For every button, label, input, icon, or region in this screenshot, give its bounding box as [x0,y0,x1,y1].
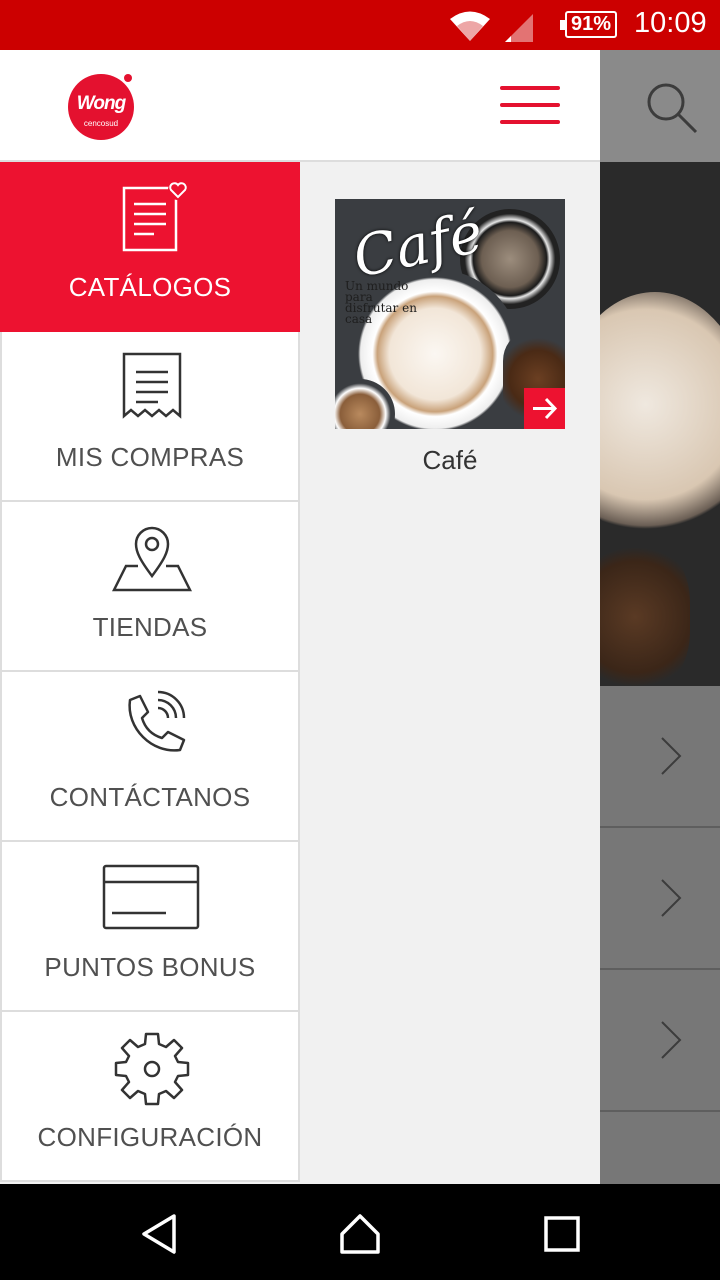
phone-icon [128,690,186,752]
menu-item-label: CONTÁCTANOS [49,782,251,812]
status-bar: 91% 10:09 [0,0,720,50]
background-row[interactable] [600,1112,720,1184]
catalog-heart-icon [122,180,188,252]
hamburger-menu-icon[interactable] [500,86,560,126]
menu-item-mis-compras[interactable]: MIS COMPRAS [0,332,300,502]
background-row[interactable] [600,828,720,970]
background-banner [600,162,720,686]
menu-item-contactanos[interactable]: CONTÁCTANOS [0,672,300,842]
search-icon[interactable] [644,80,700,136]
system-navigation-bar [0,1184,720,1280]
clock: 10:09 [634,7,707,39]
back-icon[interactable] [138,1212,182,1256]
wong-logo[interactable]: Wong cencosud [68,74,134,140]
catalog-cover-tagline: Un mundo para disfrutar en casa [345,279,417,326]
menu-item-configuracion[interactable]: CONFIGURACIÓN [0,1012,300,1182]
menu-list: CATÁLOGOS MIS COMPRAS TIENDAS CONTÁCTANO… [0,162,300,1182]
menu-item-puntos-bonus[interactable]: PUNTOS BONUS [0,842,300,1012]
background-header [600,50,720,162]
drawer-header: Wong cencosud [0,50,600,162]
navigation-drawer: Wong cencosud CATÁLOGOS MIS COMPRAS TIEN… [0,50,600,1184]
home-icon[interactable] [338,1212,382,1256]
battery-indicator: 91% [560,11,617,38]
background-row[interactable] [600,686,720,828]
chevron-right-icon [661,879,682,917]
menu-item-tiendas[interactable]: TIENDAS [0,502,300,672]
menu-item-label: TIENDAS [92,612,208,642]
menu-item-catalogos[interactable]: CATÁLOGOS [0,162,300,332]
chevron-right-icon [661,737,682,775]
wifi-icon [450,11,490,41]
map-pin-icon [112,526,192,592]
receipt-icon [122,352,182,419]
background-row[interactable] [600,970,720,1112]
catalog-cover-image[interactable]: Café Un mundo para disfrutar en casa [335,199,565,429]
background-page [600,50,720,1184]
credit-card-icon [102,864,200,930]
menu-item-label: CATÁLOGOS [68,272,232,302]
menu-item-label: PUNTOS BONUS [44,952,256,982]
menu-item-label: MIS COMPRAS [55,442,245,472]
catalog-title: Café [422,445,478,475]
signal-icon [505,14,533,42]
arrow-right-icon[interactable] [524,388,565,429]
logo-text: Wong [76,93,126,114]
recents-icon[interactable] [540,1212,584,1256]
menu-item-label: CONFIGURACIÓN [37,1122,263,1152]
catalog-card-cafe[interactable]: Café Un mundo para disfrutar en casa Caf… [335,199,565,476]
logo-subtext: cencosud [83,119,119,128]
gear-icon [114,1032,190,1106]
chevron-right-icon [661,1021,682,1059]
